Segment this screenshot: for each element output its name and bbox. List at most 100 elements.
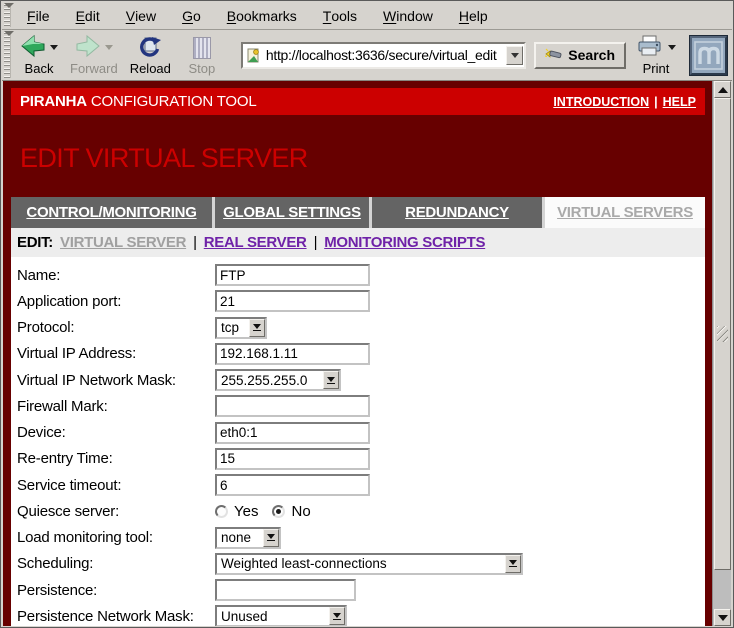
reload-icon bbox=[138, 34, 162, 61]
introduction-link[interactable]: INTRODUCTION bbox=[553, 95, 649, 109]
app-title: PIRANHA CONFIGURATION TOOL bbox=[20, 93, 257, 110]
field-label: Firewall Mark: bbox=[17, 398, 215, 415]
menu-view[interactable]: View bbox=[113, 2, 169, 29]
reload-button[interactable]: Reload bbox=[126, 34, 175, 77]
toolbar-grippy[interactable] bbox=[4, 4, 11, 27]
page-content: PIRANHA CONFIGURATION TOOL INTRODUCTION … bbox=[3, 81, 714, 626]
virtual-ip-address-input[interactable] bbox=[215, 343, 370, 365]
device-input[interactable] bbox=[215, 422, 370, 444]
menu-bookmarks[interactable]: Bookmarks bbox=[214, 2, 310, 29]
scrollbar-thumb[interactable] bbox=[714, 98, 731, 570]
subnav-separator: | bbox=[314, 234, 318, 251]
firewall-mark-input[interactable] bbox=[215, 395, 370, 417]
service-timeout-input[interactable] bbox=[215, 474, 370, 496]
radio-label: No bbox=[291, 503, 310, 520]
tab-control-monitoring[interactable]: CONTROL/MONITORING bbox=[11, 197, 215, 228]
field-label: Service timeout: bbox=[17, 477, 215, 494]
field-label: Scheduling: bbox=[17, 555, 215, 572]
toolbar-grippy[interactable] bbox=[4, 32, 11, 78]
form-row: Service timeout: bbox=[17, 472, 705, 498]
url-bar[interactable]: http://localhost:3636/secure/virtual_edi… bbox=[241, 42, 526, 69]
mozilla-logo-icon[interactable] bbox=[690, 36, 727, 75]
form-panel: EDIT: VIRTUAL SERVER | REAL SERVER | MON… bbox=[11, 228, 705, 626]
field-label: Application port: bbox=[17, 293, 215, 310]
form-row: Virtual IP Network Mask: 255.255.255.0 bbox=[17, 367, 705, 393]
quiesce-yes-radio[interactable] bbox=[215, 505, 228, 518]
field-label: Quiesce server: bbox=[17, 503, 215, 520]
chevron-down-icon bbox=[329, 607, 345, 625]
subnav-virtual-server-link[interactable]: VIRTUAL SERVER bbox=[60, 234, 186, 251]
search-button[interactable]: Search bbox=[534, 42, 626, 69]
chevron-down-icon bbox=[505, 555, 521, 573]
field-label: Device: bbox=[17, 424, 215, 441]
form-row: Scheduling: Weighted least-connections bbox=[17, 551, 705, 577]
forward-icon bbox=[75, 34, 101, 61]
browser-window: File Edit View Go Bookmarks Tools Window… bbox=[0, 0, 734, 628]
menu-help[interactable]: Help bbox=[446, 2, 501, 29]
form-row: Protocol: tcp bbox=[17, 315, 705, 341]
radio-label: Yes bbox=[234, 503, 258, 520]
stop-icon bbox=[193, 37, 211, 59]
chevron-down-icon bbox=[323, 371, 339, 389]
subnav-real-server-link[interactable]: REAL SERVER bbox=[204, 234, 307, 251]
menu-file[interactable]: File bbox=[14, 2, 63, 29]
help-link[interactable]: HELP bbox=[663, 95, 696, 109]
field-label: Name: bbox=[17, 267, 215, 284]
form-row: Persistence: bbox=[17, 577, 705, 603]
persistence-input[interactable] bbox=[215, 579, 356, 601]
stop-button: Stop bbox=[179, 34, 225, 77]
menu-tools[interactable]: Tools bbox=[310, 2, 370, 29]
persistence-netmask-select[interactable]: Unused bbox=[215, 605, 347, 626]
tab-global-settings[interactable]: GLOBAL SETTINGS bbox=[215, 197, 372, 228]
menu-bar: File Edit View Go Bookmarks Tools Window… bbox=[2, 2, 732, 30]
back-history-caret[interactable] bbox=[50, 45, 58, 50]
form-row: Name: bbox=[17, 262, 705, 288]
menu-window[interactable]: Window bbox=[370, 2, 446, 29]
virtual-server-form: Name: Application port: Protocol: tcp Vi… bbox=[11, 257, 705, 626]
application-port-input[interactable] bbox=[215, 290, 370, 312]
print-button[interactable]: Print bbox=[632, 34, 680, 77]
field-label: Load monitoring tool: bbox=[17, 529, 215, 546]
back-icon bbox=[20, 34, 46, 61]
quiesce-radio-group: Yes No bbox=[215, 503, 325, 520]
bookmark-page-icon[interactable] bbox=[246, 48, 261, 63]
protocol-select[interactable]: tcp bbox=[215, 317, 267, 339]
form-row: Firewall Mark: bbox=[17, 393, 705, 419]
form-row: Virtual IP Address: bbox=[17, 341, 705, 367]
vertical-scrollbar[interactable] bbox=[712, 81, 731, 626]
subnav-separator: | bbox=[193, 234, 197, 251]
scheduling-select[interactable]: Weighted least-connections bbox=[215, 553, 523, 575]
edit-prefix-label: EDIT: bbox=[17, 234, 53, 251]
navigation-toolbar: Back Forward bbox=[2, 30, 732, 81]
url-dropdown-button[interactable] bbox=[506, 46, 523, 65]
page-title: EDIT VIRTUAL SERVER bbox=[20, 143, 308, 174]
subnav-monitoring-scripts-link[interactable]: MONITORING SCRIPTS bbox=[324, 234, 485, 251]
url-input[interactable]: http://localhost:3636/secure/virtual_edi… bbox=[266, 47, 506, 63]
tab-redundancy[interactable]: REDUNDANCY bbox=[372, 197, 545, 228]
name-input[interactable] bbox=[215, 264, 370, 286]
tab-virtual-servers[interactable]: VIRTUAL SERVERS bbox=[545, 197, 705, 228]
load-monitoring-select[interactable]: none bbox=[215, 527, 281, 549]
piranha-header-band: PIRANHA CONFIGURATION TOOL INTRODUCTION … bbox=[11, 88, 705, 115]
form-row: Re-entry Time: bbox=[17, 446, 705, 472]
form-row: Application port: bbox=[17, 288, 705, 314]
scroll-down-button[interactable] bbox=[714, 609, 731, 626]
search-icon bbox=[545, 48, 563, 62]
back-button[interactable]: Back bbox=[16, 34, 62, 77]
reentry-time-input[interactable] bbox=[215, 448, 370, 470]
form-row: Persistence Network Mask: Unused bbox=[17, 603, 705, 626]
chevron-down-icon bbox=[249, 319, 265, 337]
print-options-caret[interactable] bbox=[668, 45, 676, 50]
quiesce-no-radio[interactable] bbox=[272, 505, 285, 518]
scroll-up-button[interactable] bbox=[714, 81, 731, 98]
virtual-ip-netmask-select[interactable]: 255.255.255.0 bbox=[215, 369, 341, 391]
edit-subnav: EDIT: VIRTUAL SERVER | REAL SERVER | MON… bbox=[11, 228, 705, 257]
menu-edit[interactable]: Edit bbox=[63, 2, 113, 29]
header-link-separator: | bbox=[654, 95, 658, 109]
chevron-down-icon bbox=[263, 529, 279, 547]
arrow-down-icon bbox=[718, 615, 728, 621]
forward-history-caret bbox=[105, 45, 113, 50]
menu-go[interactable]: Go bbox=[169, 2, 214, 29]
tab-bar: CONTROL/MONITORING GLOBAL SETTINGS REDUN… bbox=[11, 197, 705, 228]
forward-button: Forward bbox=[66, 34, 122, 77]
